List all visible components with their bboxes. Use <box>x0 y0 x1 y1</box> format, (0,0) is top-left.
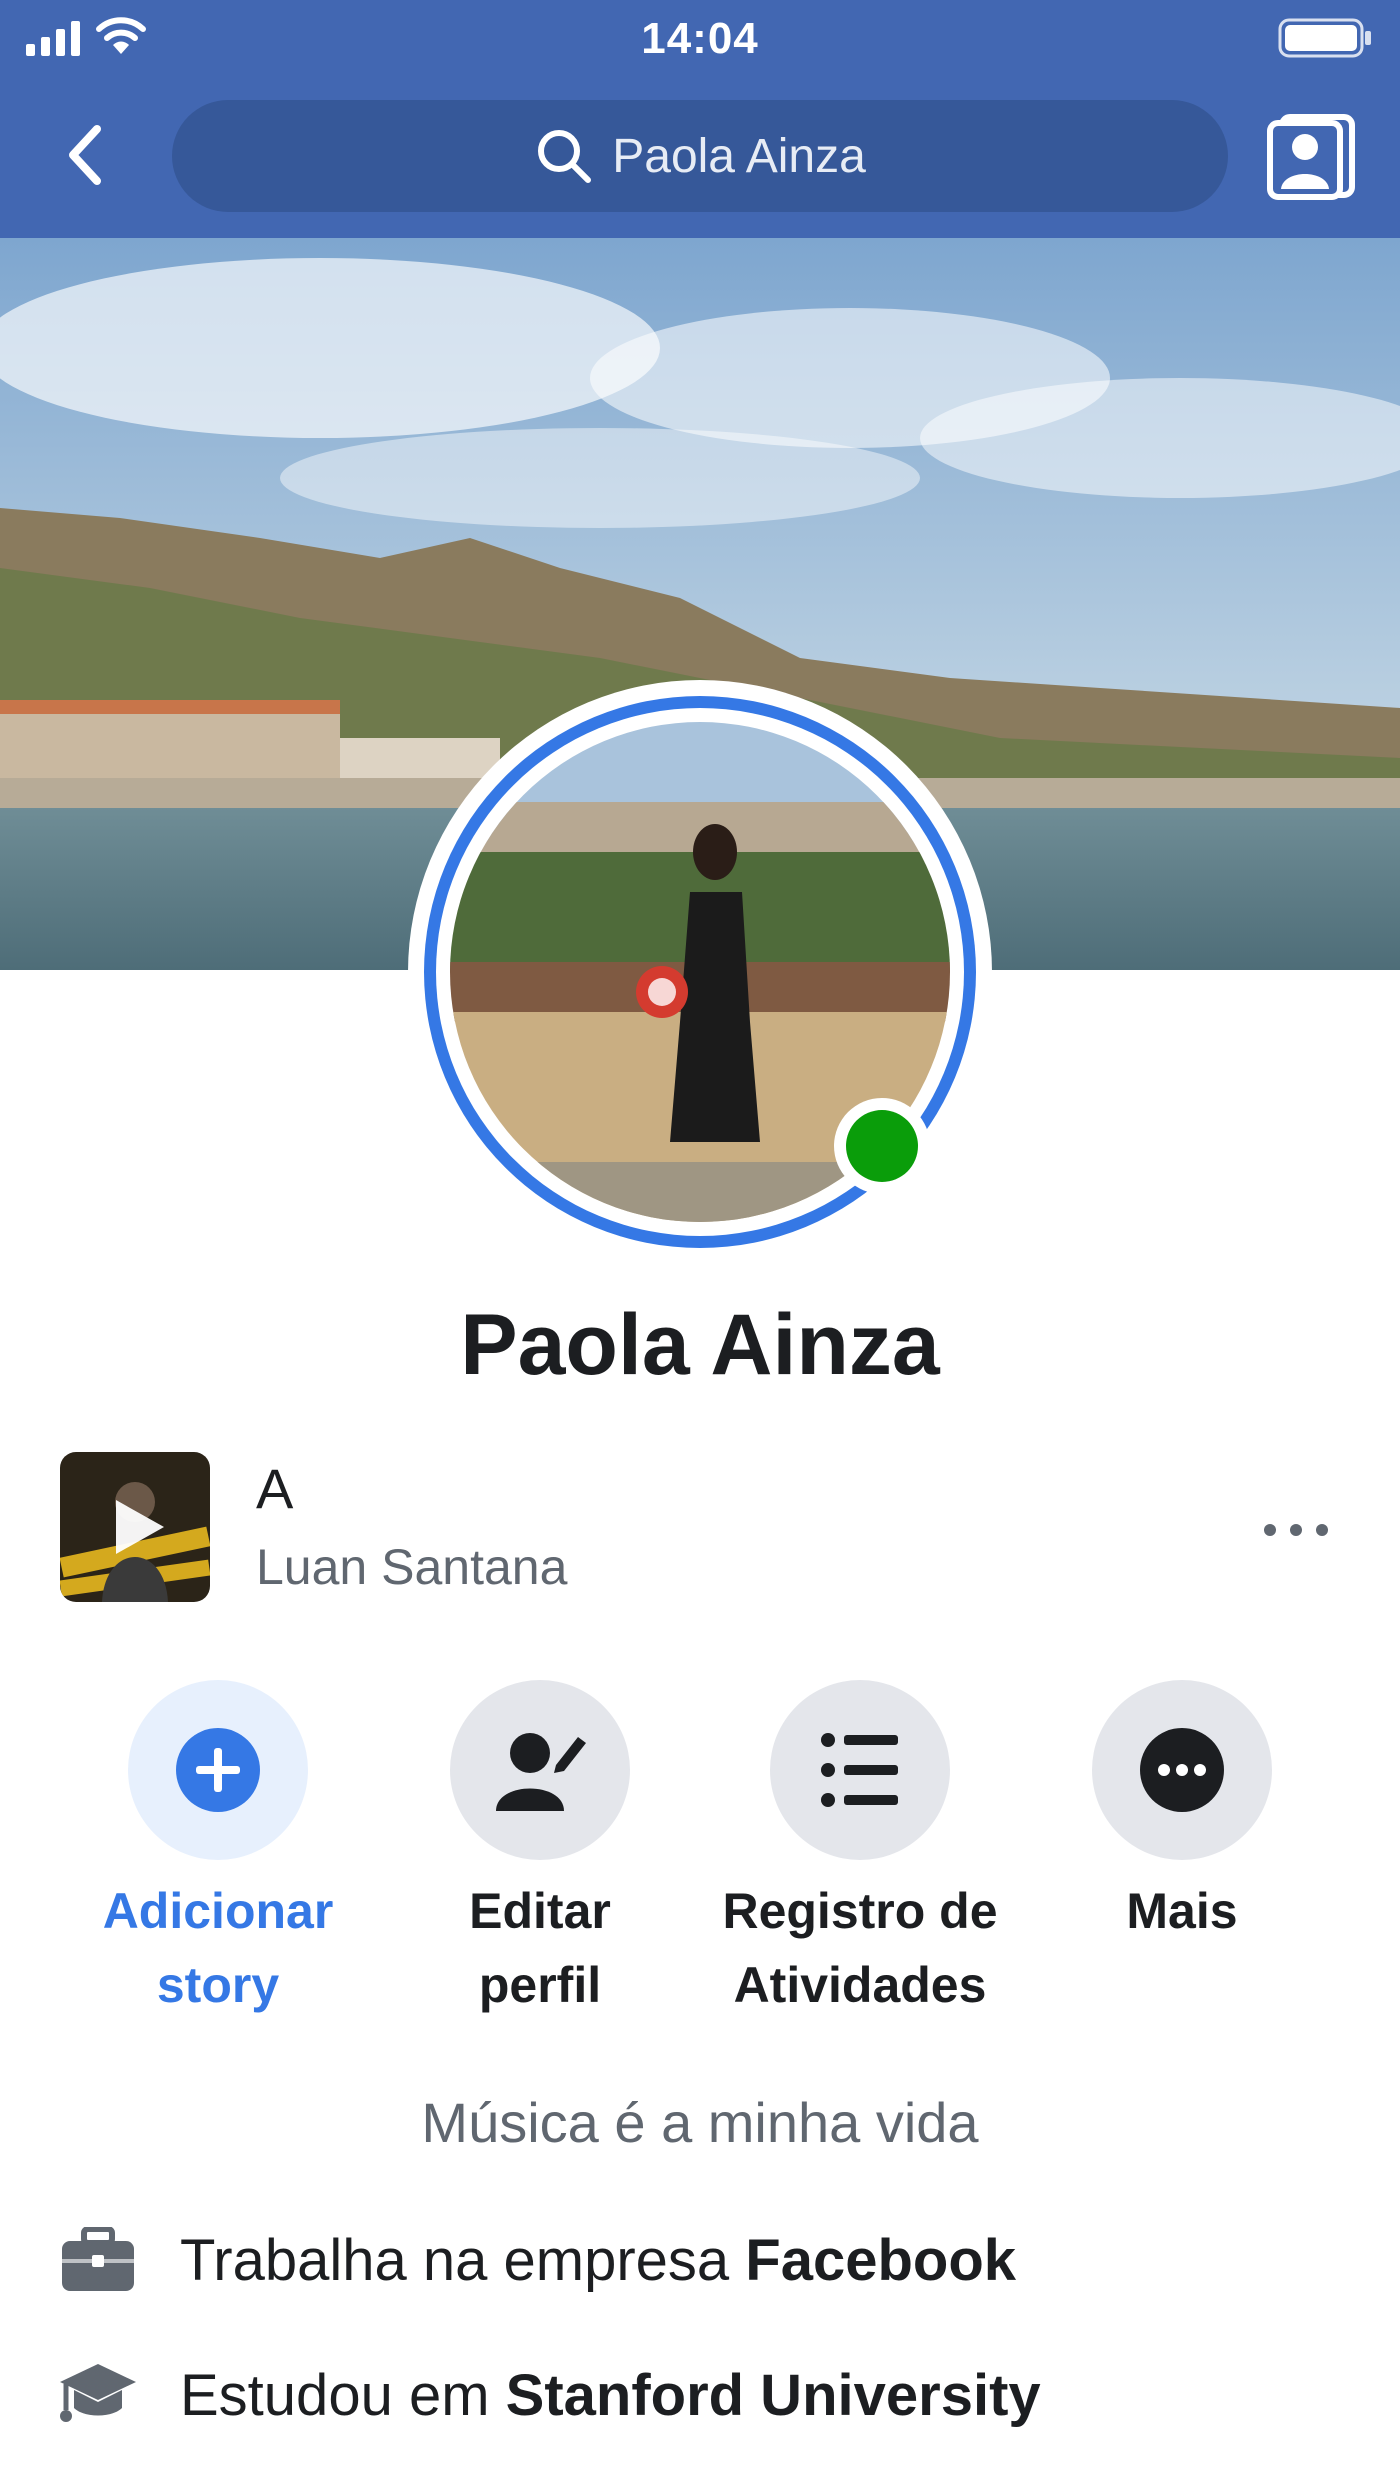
briefcase-icon <box>62 2227 134 2291</box>
more-button[interactable]: Mais <box>1022 1680 1342 1948</box>
play-icon <box>116 1500 164 1554</box>
work-company[interactable]: Facebook <box>745 2227 1016 2294</box>
education-info: Estudou em Stanford University <box>56 2350 1041 2440</box>
profile-bio: Música é a minha vida <box>421 2091 979 2154</box>
profile-name: Paola Ainza <box>460 1297 940 1393</box>
search-icon <box>538 130 592 183</box>
edit-profile-button[interactable]: Editar perfil <box>380 1680 700 2022</box>
top-bar: 14:04 Paola Ainza <box>0 0 1400 238</box>
add-story-button[interactable]: Adicionar story <box>58 1680 378 2022</box>
edit-profile-icon <box>496 1733 586 1811</box>
contact-card-icon <box>1267 114 1355 200</box>
music-title: A <box>256 1457 294 1520</box>
edit-profile-label-1: Editar <box>469 1883 611 1939</box>
activity-log-button[interactable]: Registro de Atividades <box>700 1680 1020 2022</box>
contact-card-button[interactable] <box>1264 112 1360 202</box>
more-icon <box>1140 1728 1224 1812</box>
work-prefix: Trabalha na empresa <box>180 2227 746 2293</box>
add-story-label-2: story <box>156 1957 280 2013</box>
search-input[interactable]: Paola Ainza <box>172 100 1228 212</box>
status-bar: 14:04 <box>0 0 1400 80</box>
back-button[interactable] <box>50 120 120 190</box>
plus-icon <box>176 1728 260 1812</box>
music-artist: Luan Santana <box>256 1539 568 1595</box>
edit-profile-label-2: perfil <box>478 1957 602 2013</box>
back-arrow-icon <box>69 125 101 185</box>
activity-log-label-2: Atividades <box>733 1957 987 2013</box>
music-more-button[interactable] <box>1236 1510 1356 1550</box>
profile-avatar[interactable] <box>408 680 992 1264</box>
add-story-label-1: Adicionar <box>102 1883 334 1939</box>
graduation-cap-icon <box>60 2364 136 2422</box>
study-school[interactable]: Stanford University <box>506 2362 1041 2429</box>
online-status-indicator <box>834 1098 930 1194</box>
work-info: Trabalha na empresa Facebook <box>56 2215 1016 2305</box>
list-icon <box>821 1733 898 1807</box>
nav-row: Paola Ainza <box>0 100 1400 212</box>
more-dots-icon <box>1264 1524 1276 1536</box>
music-cover[interactable] <box>60 1452 210 1602</box>
activity-log-label-1: Registro de <box>722 1883 998 1939</box>
search-value: Paola Ainza <box>612 129 866 183</box>
study-prefix: Estudou em <box>180 2362 506 2428</box>
battery-icon <box>1278 18 1371 58</box>
status-time: 14:04 <box>641 14 759 63</box>
more-label: Mais <box>1126 1883 1238 1939</box>
